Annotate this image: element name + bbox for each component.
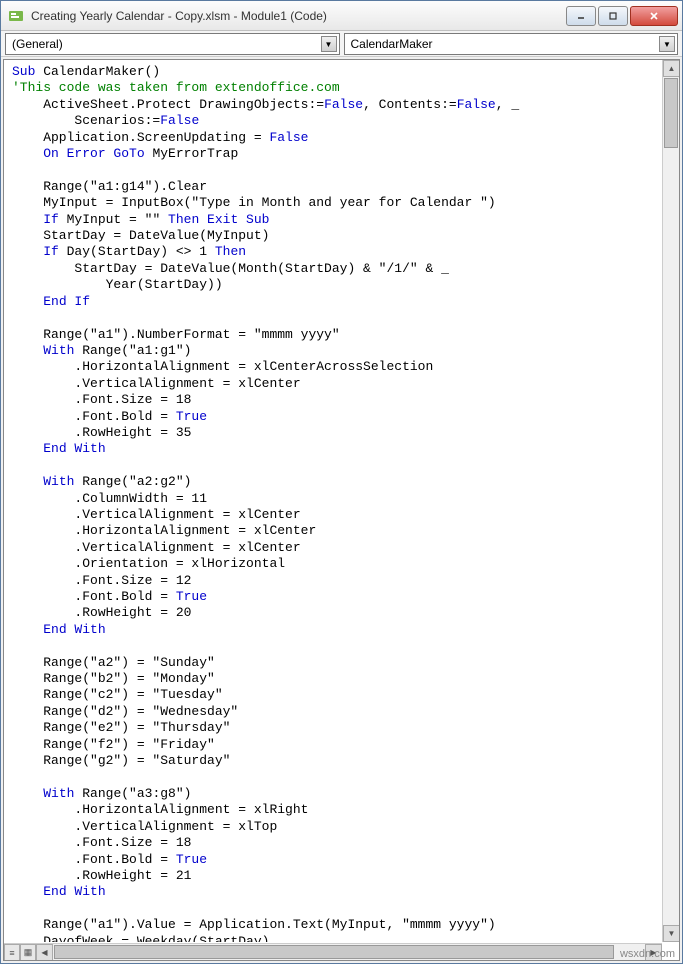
chevron-down-icon[interactable]: ▼ xyxy=(321,36,337,52)
procedure-view-button[interactable]: ≡ xyxy=(4,944,20,961)
chevron-down-icon[interactable]: ▼ xyxy=(659,36,675,52)
vertical-scrollbar[interactable]: ▲ ▼ xyxy=(662,60,679,942)
scroll-thumb[interactable] xyxy=(664,78,678,148)
view-mode-buttons: ≡ ▦ xyxy=(4,943,36,960)
window-title: Creating Yearly Calendar - Copy.xlsm - M… xyxy=(31,9,564,23)
code-text[interactable]: Sub CalendarMaker() 'This code was taken… xyxy=(12,64,661,942)
full-module-view-button[interactable]: ▦ xyxy=(20,944,36,961)
titlebar[interactable]: Creating Yearly Calendar - Copy.xlsm - M… xyxy=(1,1,682,31)
procedure-dropdown[interactable]: CalendarMaker ▼ xyxy=(344,33,679,55)
dropdown-row: (General) ▼ CalendarMaker ▼ xyxy=(1,31,682,57)
code-content[interactable]: Sub CalendarMaker() 'This code was taken… xyxy=(12,64,661,942)
horizontal-scrollbar[interactable]: ◀ ▶ xyxy=(36,943,662,960)
watermark: wsxdn.com xyxy=(620,948,675,960)
window-controls xyxy=(564,6,678,26)
close-button[interactable] xyxy=(630,6,678,26)
app-icon xyxy=(7,7,25,25)
scroll-left-button[interactable]: ◀ xyxy=(36,944,53,961)
maximize-button[interactable] xyxy=(598,6,628,26)
minimize-button[interactable] xyxy=(566,6,596,26)
code-editor[interactable]: Sub CalendarMaker() 'This code was taken… xyxy=(3,59,680,961)
object-dropdown[interactable]: (General) ▼ xyxy=(5,33,340,55)
scroll-up-button[interactable]: ▲ xyxy=(663,60,680,77)
scroll-down-button[interactable]: ▼ xyxy=(663,925,680,942)
procedure-dropdown-value: CalendarMaker xyxy=(351,37,433,51)
object-dropdown-value: (General) xyxy=(12,37,63,51)
scroll-thumb[interactable] xyxy=(54,945,614,959)
vba-code-window: Creating Yearly Calendar - Copy.xlsm - M… xyxy=(0,0,683,964)
